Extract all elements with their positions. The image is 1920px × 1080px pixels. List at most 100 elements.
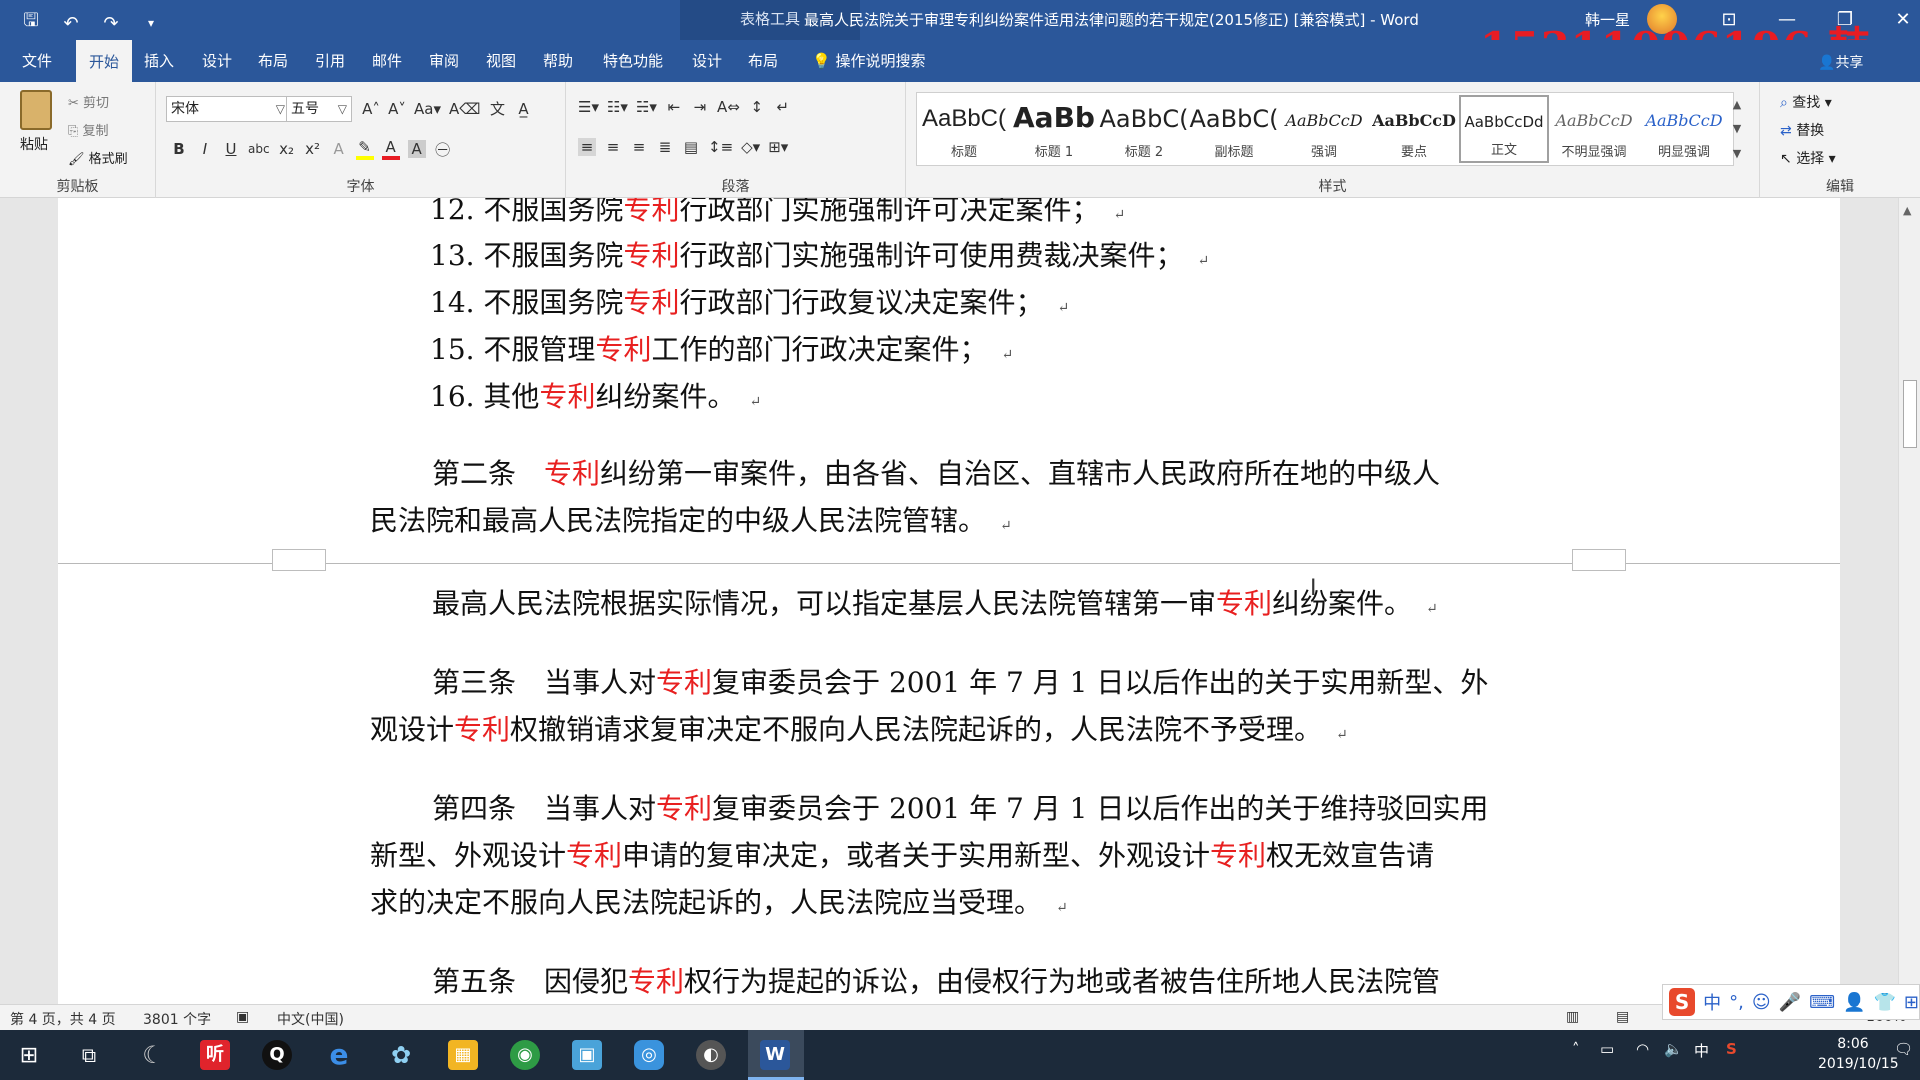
expand-gallery-icon[interactable]: ▼ <box>1733 147 1741 160</box>
redo-icon[interactable]: ↷ <box>100 13 122 34</box>
tab-layout[interactable]: 布局 <box>250 40 296 82</box>
tab-home[interactable]: 开始 <box>76 40 132 82</box>
style-subtle-emphasis[interactable]: AaBbCcD 不明显强调 <box>1549 95 1639 163</box>
ime-mode[interactable]: 中 <box>1703 989 1721 1015</box>
taskbar-app[interactable]: ▦ <box>438 1036 488 1074</box>
scroll-thumb[interactable] <box>1903 380 1917 448</box>
word-count[interactable]: 3801 个字 <box>143 1009 211 1029</box>
char-shading-icon[interactable]: A <box>407 140 426 158</box>
clear-format-icon[interactable]: A⌫ <box>449 100 480 118</box>
justify-icon[interactable]: ≣ <box>656 138 674 156</box>
read-mode-icon[interactable]: ▥ <box>1566 1009 1579 1025</box>
task-view-button[interactable]: ⧉ <box>64 1036 114 1074</box>
vertical-scrollbar[interactable]: ▲ ▼ <box>1898 198 1920 1004</box>
replace-button[interactable]: ⇄ 替换 <box>1780 120 1824 140</box>
scroll-up-icon[interactable]: ▲ <box>1903 204 1911 217</box>
save-icon[interactable]: 🖫 <box>20 8 42 38</box>
bullets-icon[interactable]: ☰▾ <box>578 98 599 116</box>
show-marks-icon[interactable]: ↵ <box>774 98 792 116</box>
sogou-tray-icon[interactable]: S <box>1726 1040 1737 1058</box>
ime-punctuation[interactable]: °, <box>1729 992 1744 1013</box>
highlight-icon[interactable]: ✎ <box>355 138 374 160</box>
style-title[interactable]: AaBbC(标题 <box>919 95 1009 163</box>
change-case-icon[interactable]: Aa▾ <box>414 100 441 118</box>
chevron-up-icon[interactable]: ˄ <box>1572 1040 1580 1058</box>
copy-button[interactable]: ⎘ 复制 <box>68 120 109 139</box>
list-item[interactable]: 13. 不服国务院专利行政部门实施强制许可使用费裁决案件； ↵ <box>430 234 1209 274</box>
tab-review[interactable]: 审阅 <box>421 40 467 82</box>
customize-qat-icon[interactable]: ▾ <box>140 16 162 30</box>
tab-table-layout[interactable]: 布局 <box>740 40 786 82</box>
tab-insert[interactable]: 插入 <box>136 40 182 82</box>
shrink-font-icon[interactable]: A˅ <box>388 100 406 118</box>
strikethrough-icon[interactable]: abc <box>248 142 270 156</box>
notification-icon[interactable]: 🗨 <box>1894 1040 1913 1058</box>
enclose-char-icon[interactable]: ㊀ <box>434 139 452 160</box>
emoji-icon[interactable]: ☺ <box>1752 992 1771 1013</box>
taskbar-app[interactable]: ◉ <box>500 1036 550 1074</box>
char-border-icon[interactable]: A̲ <box>514 100 532 118</box>
chinese-layout-icon[interactable]: A⇔ <box>717 98 740 116</box>
tab-help[interactable]: 帮助 <box>535 40 581 82</box>
cut-button[interactable]: ✂ 剪切 <box>68 92 109 111</box>
distributed-icon[interactable]: ▤ <box>682 138 700 156</box>
multilevel-list-icon[interactable]: ☵▾ <box>636 98 657 116</box>
tray-ime-indicator[interactable]: 中 <box>1694 1040 1709 1061</box>
taskbar-app[interactable]: 听 <box>190 1036 240 1074</box>
tell-me-search[interactable]: 💡 操作说明搜索 <box>812 40 925 82</box>
grow-font-icon[interactable]: A˄ <box>362 100 380 118</box>
font-color-icon[interactable]: A <box>381 138 400 160</box>
italic-icon[interactable]: I <box>196 140 214 158</box>
select-button[interactable]: ↖ 选择 ▾ <box>1780 148 1836 168</box>
line-spacing-icon[interactable]: ↕≡ <box>708 138 733 156</box>
borders-icon[interactable]: ⊞▾ <box>768 138 788 156</box>
taskbar-app-word[interactable]: W <box>750 1036 800 1074</box>
tab-view[interactable]: 视图 <box>478 40 524 82</box>
article-2-line-1[interactable]: 第二条 专利纠纷第一审案件，由各省、自治区、直辖市人民政府所在地的中级人 <box>432 452 1440 492</box>
superscript-icon[interactable]: x² <box>304 140 322 158</box>
align-right-icon[interactable]: ≡ <box>630 138 648 156</box>
language-indicator[interactable]: 中文(中国) <box>277 1009 344 1029</box>
format-painter-button[interactable]: 🖌 格式刷 <box>68 148 128 167</box>
article-3-line-2[interactable]: 观设计专利权撤销请求复审决定不服向人民法院起诉的，人民法院不予受理。 ↵ <box>370 708 1348 748</box>
align-center-icon[interactable]: ≡ <box>604 138 622 156</box>
keyboard-icon[interactable]: ⌨ <box>1809 992 1835 1013</box>
sort-icon[interactable]: ↕ <box>748 98 766 116</box>
wifi-icon[interactable]: ◠ <box>1636 1040 1649 1058</box>
article-4-line-2[interactable]: 新型、外观设计专利申请的复审决定，或者关于实用新型、外观设计专利权无效宣告请 <box>370 834 1434 874</box>
font-size-combo[interactable]: 五号 ▽ <box>286 96 352 122</box>
list-item[interactable]: 14. 不服国务院专利行政部门行政复议决定案件； ↵ <box>430 281 1069 321</box>
style-subtitle[interactable]: AaBbC(副标题 <box>1189 95 1279 163</box>
tab-design[interactable]: 设计 <box>194 40 240 82</box>
court-designation-paragraph[interactable]: 最高人民法院根据实际情况，可以指定基层人民法院管辖第一审专利纠纷案件。 ↵ <box>432 582 1438 622</box>
shading-icon[interactable]: ◇▾ <box>741 138 760 156</box>
subscript-icon[interactable]: x₂ <box>278 140 296 158</box>
print-layout-icon[interactable]: ▤ <box>1616 1009 1629 1025</box>
numbering-icon[interactable]: ☷▾ <box>607 98 628 116</box>
tab-special-features[interactable]: 特色功能 <box>595 40 671 82</box>
chevron-down-icon[interactable]: ▼ <box>1733 122 1741 135</box>
shirt-icon[interactable]: 👕 <box>1873 992 1895 1013</box>
tab-file[interactable]: 文件 <box>12 40 62 82</box>
style-heading-2[interactable]: AaBbC(标题 2 <box>1099 95 1189 163</box>
tab-table-design[interactable]: 设计 <box>684 40 730 82</box>
style-emphasis[interactable]: AaBbCcD 强调 <box>1279 95 1369 163</box>
page-count[interactable]: 第 4 页，共 4 页 <box>10 1009 116 1029</box>
style-intense-emphasis[interactable]: AaBbCcD 明显强调 <box>1639 95 1729 163</box>
taskbar-app[interactable]: e <box>314 1036 364 1074</box>
list-item[interactable]: 12. 不服国务院专利行政部门实施强制许可决定案件； ↵ <box>430 198 1125 228</box>
article-4-line-1[interactable]: 第四条 当事人对专利复审委员会于 2001 年 7 月 1 日以后作出的关于维持… <box>432 787 1488 827</box>
ime-toolbar[interactable]: S 中 °, ☺ 🎤 ⌨ 👤 👕 ⊞ <box>1662 984 1920 1020</box>
style-heading-1[interactable]: AaBb 标题 1 <box>1009 95 1099 163</box>
tab-mailings[interactable]: 邮件 <box>364 40 410 82</box>
decrease-indent-icon[interactable]: ⇤ <box>665 98 683 116</box>
article-3-line-1[interactable]: 第三条 当事人对专利复审委员会于 2001 年 7 月 1 日以后作出的关于实用… <box>432 661 1488 701</box>
article-4-line-3[interactable]: 求的决定不服向人民法院起诉的，人民法院应当受理。 ↵ <box>370 881 1068 921</box>
grid-icon[interactable]: ⊞ <box>1904 992 1919 1013</box>
start-button[interactable]: ⊞ <box>4 1036 54 1074</box>
microphone-icon[interactable]: 🎤 <box>1779 992 1801 1013</box>
undo-icon[interactable]: ↶ <box>60 13 82 34</box>
phonetic-guide-icon[interactable]: 文 <box>488 98 506 119</box>
font-name-combo[interactable]: 宋体 ▽ <box>166 96 290 122</box>
bold-icon[interactable]: B <box>170 140 188 158</box>
